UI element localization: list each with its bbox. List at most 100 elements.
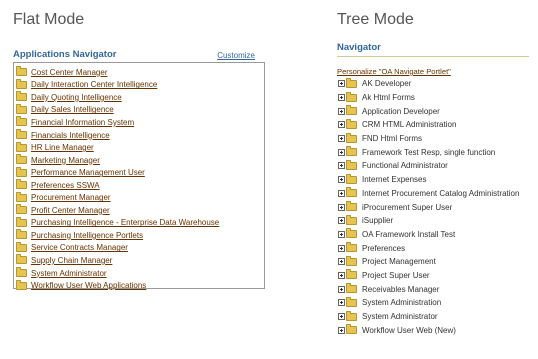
flat-list-item[interactable]: Procurement Manager: [16, 191, 264, 204]
tree-node-label[interactable]: Project Management: [362, 257, 436, 266]
flat-list-item[interactable]: Daily Quoting Intelligence: [16, 91, 264, 104]
flat-list-item-link[interactable]: Supply Chain Manager: [31, 256, 112, 265]
flat-list-item[interactable]: Performance Management User: [16, 166, 264, 179]
expand-plus-icon[interactable]: [338, 244, 345, 252]
flat-list-item-link[interactable]: Marketing Manager: [31, 156, 100, 165]
tree-node-label[interactable]: System Administration: [362, 298, 441, 307]
expand-plus-icon[interactable]: [338, 94, 345, 102]
tree-node-label[interactable]: Internet Expenses: [362, 175, 426, 184]
flat-list-item[interactable]: Profit Center Manager: [16, 204, 264, 217]
flat-list-item-link[interactable]: Purchasing Intelligence - Enterprise Dat…: [31, 218, 219, 227]
tree-node: Ak Html Forms: [337, 91, 529, 105]
folder-icon: [346, 132, 357, 143]
flat-list-item[interactable]: Financials Intelligence: [16, 129, 264, 142]
tree-node: Functional Administrator: [337, 159, 529, 173]
tree-node-label[interactable]: AK Developer: [362, 79, 411, 88]
expand-plus-icon[interactable]: [338, 203, 345, 211]
flat-list-item[interactable]: Purchasing Intelligence Portlets: [16, 229, 264, 242]
flat-list-item[interactable]: System Administrator: [16, 267, 264, 280]
tree-node-label[interactable]: Functional Administrator: [362, 161, 448, 170]
tree-node-label[interactable]: Application Developer: [362, 107, 440, 116]
tree-node-label[interactable]: Project Super User: [362, 271, 430, 280]
folder-icon: [16, 91, 27, 102]
tree-node-label[interactable]: iSupplier: [362, 216, 393, 225]
applications-navigator-header: Applications Navigator Customize: [13, 47, 266, 60]
tree-node-label[interactable]: iProcurement Super User: [362, 203, 452, 212]
customize-link[interactable]: Customize: [217, 51, 255, 60]
flat-list-item-link[interactable]: Profit Center Manager: [31, 206, 110, 215]
expand-plus-icon[interactable]: [338, 121, 345, 129]
expand-plus-icon[interactable]: [338, 230, 345, 238]
flat-list-item[interactable]: Preferences SSWA: [16, 179, 264, 192]
expand-plus-icon[interactable]: [338, 80, 345, 88]
expand-plus-icon[interactable]: [338, 107, 345, 115]
folder-icon: [346, 91, 357, 102]
flat-list-item[interactable]: Purchasing Intelligence - Enterprise Dat…: [16, 216, 264, 230]
applications-navigator-panel: Applications Navigator Customize Cost Ce…: [13, 47, 266, 292]
flat-list-item-link[interactable]: Workflow User Web Applications: [31, 281, 146, 290]
expand-plus-icon[interactable]: [338, 135, 345, 143]
tree-node-label[interactable]: Receivables Manager: [362, 285, 439, 294]
flat-list-item-link[interactable]: Cost Center Manager: [31, 68, 107, 77]
flat-list-item-link[interactable]: Financial Information System: [31, 118, 134, 127]
folder-icon: [16, 78, 27, 89]
flat-list-item[interactable]: Marketing Manager: [16, 154, 264, 167]
flat-list-item-link[interactable]: Service Contracts Manager: [31, 243, 128, 252]
flat-list-item[interactable]: Cost Center Manager: [16, 66, 264, 79]
folder-icon: [16, 216, 27, 227]
flat-mode-title: Flat Mode: [13, 11, 85, 28]
expand-plus-icon[interactable]: [338, 176, 345, 184]
flat-list-item[interactable]: Supply Chain Manager: [16, 254, 264, 267]
flat-list-item-link[interactable]: Daily Interaction Center Intelligence: [31, 80, 157, 89]
flat-list-item-link[interactable]: Performance Management User: [31, 168, 145, 177]
tree-node-label[interactable]: Internet Procurement Catalog Administrat…: [362, 189, 519, 198]
tree-node-label[interactable]: OA Framework Install Test: [362, 230, 455, 239]
tree-node-label[interactable]: System Administrator: [362, 312, 438, 321]
flat-list-item[interactable]: Daily Sales Intelligence: [16, 103, 264, 117]
flat-list-item-link[interactable]: Purchasing Intelligence Portlets: [31, 231, 143, 240]
folder-icon: [346, 187, 357, 198]
expand-plus-icon[interactable]: [338, 258, 345, 266]
folder-icon: [16, 166, 27, 177]
tree-node-label[interactable]: FND Html Forms: [362, 134, 422, 143]
expand-plus-icon[interactable]: [338, 148, 345, 156]
flat-list-item[interactable]: Service Contracts Manager: [16, 241, 264, 255]
flat-list-item-link[interactable]: Daily Sales Intelligence: [31, 105, 114, 114]
folder-icon: [346, 214, 357, 225]
expand-plus-icon[interactable]: [338, 313, 345, 321]
flat-list-item-link[interactable]: Daily Quoting Intelligence: [31, 93, 122, 102]
flat-list-item-link[interactable]: HR Line Manager: [31, 143, 94, 152]
folder-icon: [346, 242, 357, 253]
expand-plus-icon[interactable]: [338, 299, 345, 307]
flat-list-item[interactable]: HR Line Manager: [16, 141, 264, 154]
expand-plus-icon[interactable]: [338, 189, 345, 197]
tree-node-label[interactable]: Preferences: [362, 244, 405, 253]
tree-node-label[interactable]: Ak Html Forms: [362, 93, 415, 102]
flat-list-item-link[interactable]: Financials Intelligence: [31, 131, 110, 140]
flat-list-item[interactable]: Daily Interaction Center Intelligence: [16, 78, 264, 92]
flat-list-item[interactable]: Workflow User Web Applications: [16, 279, 264, 292]
tree-node-label[interactable]: Workflow User Web (New): [362, 326, 456, 335]
flat-list-item-link[interactable]: Preferences SSWA: [31, 181, 100, 190]
flat-list-item-link[interactable]: System Administrator: [31, 269, 107, 278]
flat-list-item[interactable]: Financial Information System: [16, 116, 264, 129]
tree-node: iProcurement Super User: [337, 200, 529, 214]
flat-list-item-link[interactable]: Procurement Manager: [31, 193, 111, 202]
folder-icon: [16, 141, 27, 152]
tree-node: FND Html Forms: [337, 132, 529, 146]
expand-plus-icon[interactable]: [338, 162, 345, 170]
expand-plus-icon[interactable]: [338, 285, 345, 293]
folder-icon: [16, 116, 27, 127]
expand-plus-icon[interactable]: [338, 217, 345, 225]
folder-icon: [346, 228, 357, 239]
personalize-link[interactable]: Personalize "OA Navigate Portlet": [337, 67, 529, 76]
folder-icon: [16, 66, 27, 77]
expand-plus-icon[interactable]: [338, 326, 345, 334]
folder-icon: [346, 269, 357, 280]
expand-plus-icon[interactable]: [338, 271, 345, 279]
folder-icon: [346, 324, 357, 335]
tree-node: CRM HTML Administration: [337, 118, 529, 132]
tree-node-label[interactable]: Framework Test Resp, single function: [362, 148, 495, 157]
tree-mode-title: Tree Mode: [337, 11, 414, 28]
tree-node-label[interactable]: CRM HTML Administration: [362, 120, 456, 129]
